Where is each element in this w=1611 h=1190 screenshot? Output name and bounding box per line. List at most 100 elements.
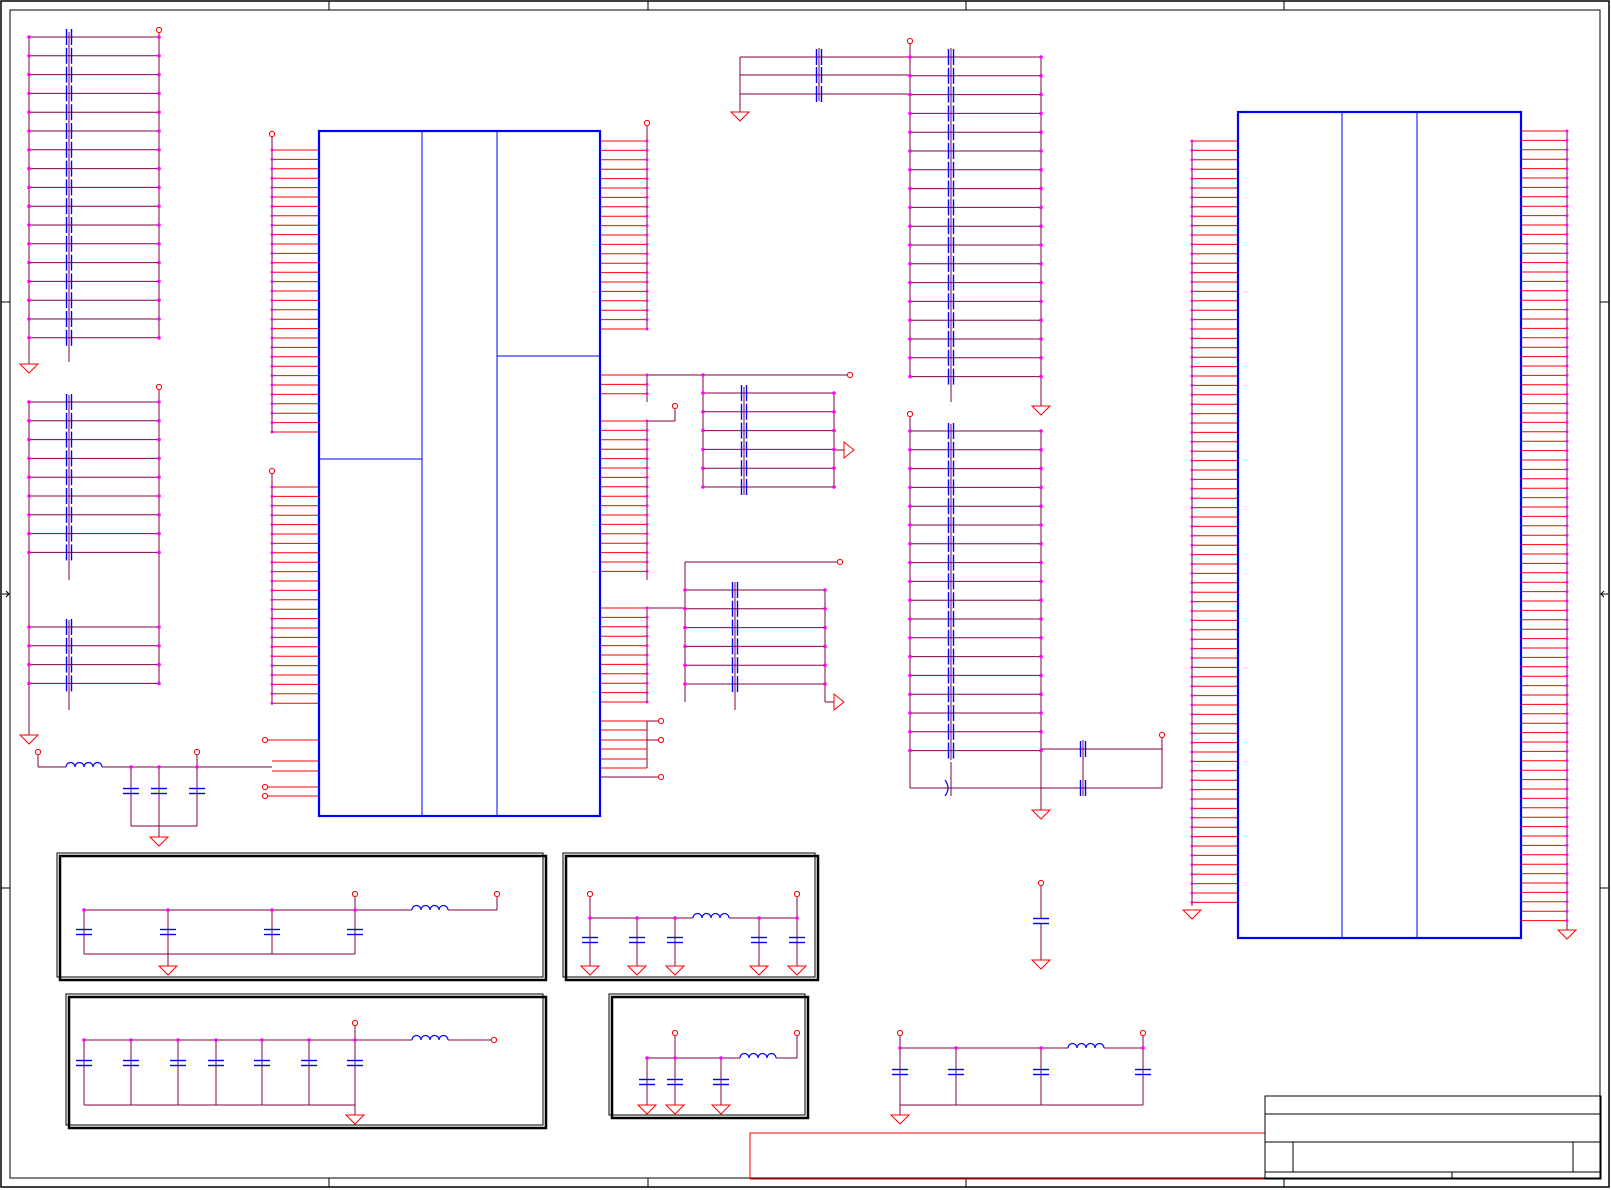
- junction-dot: [1565, 383, 1569, 387]
- junction-dot: [1565, 129, 1569, 133]
- junction-dot: [823, 607, 827, 611]
- junction-dot: [1565, 712, 1569, 716]
- ground-symbol: [344, 1114, 366, 1125]
- junction-dot: [1190, 365, 1194, 369]
- junction-dot: [157, 279, 161, 284]
- junction-dot: [795, 916, 799, 920]
- junction-dot: [1565, 430, 1569, 434]
- junction-dot: [1190, 844, 1194, 848]
- junction-dot: [645, 513, 649, 517]
- junction-dot: [645, 644, 649, 648]
- junction-dot: [1190, 703, 1194, 707]
- junction-dot: [1565, 214, 1569, 218]
- junction-dot: [157, 550, 161, 555]
- junction-dot: [832, 485, 836, 489]
- junction-dot: [1190, 891, 1194, 895]
- junction-dot: [270, 327, 274, 331]
- junction-dot: [270, 504, 274, 508]
- junction-dot: [1190, 449, 1194, 453]
- junction-dot: [1039, 262, 1043, 266]
- junction-dot: [1039, 168, 1043, 172]
- junction-dot: [157, 531, 161, 536]
- junction-dot: [270, 364, 274, 368]
- junction-dot: [1565, 749, 1569, 753]
- power-port-symbol: [261, 736, 269, 744]
- junction-dot: [1565, 467, 1569, 471]
- junction-dot: [954, 1046, 958, 1050]
- junction-dot: [1565, 768, 1569, 772]
- junction-dot: [645, 233, 649, 237]
- power-port-symbol: [261, 792, 269, 800]
- junction-dot: [1565, 449, 1569, 453]
- junction-dot: [1039, 243, 1043, 247]
- junction-dot: [1565, 392, 1569, 396]
- junction-dot: [157, 110, 161, 114]
- junction-dot: [1190, 684, 1194, 688]
- junction-dot: [823, 644, 827, 649]
- junction-dot: [270, 617, 274, 621]
- junction-dot: [908, 111, 912, 116]
- junction-dot: [1190, 477, 1194, 481]
- junction-dot: [1190, 609, 1194, 613]
- junction-dot: [129, 1038, 133, 1042]
- ic-right-body: [1236, 110, 1523, 940]
- junction-dot: [270, 541, 274, 545]
- junction-dot: [27, 166, 31, 171]
- junction-dot: [1039, 280, 1043, 285]
- junction-dot: [27, 242, 31, 246]
- junction-dot: [1190, 186, 1194, 190]
- ic-main-body: [317, 129, 602, 818]
- junction-dot: [1039, 130, 1043, 134]
- junction-dot: [908, 374, 912, 379]
- wires: [28, 30, 1568, 1115]
- junction-dot: [645, 205, 649, 209]
- power-port-symbol: [34, 748, 42, 756]
- junction-dot: [701, 428, 705, 433]
- junction-dot: [1190, 195, 1194, 199]
- junction-dot: [1190, 675, 1194, 679]
- junction-dot: [270, 298, 274, 302]
- power-port-symbol: [643, 119, 651, 127]
- junction-dot: [270, 532, 274, 536]
- inductor-symbol: [65, 761, 103, 768]
- junction-dot: [27, 35, 31, 39]
- inductor-symbol: [739, 1052, 777, 1059]
- junction-dot: [908, 636, 912, 640]
- junction-dot: [270, 355, 274, 359]
- junction-dot: [270, 588, 274, 592]
- inductor-symbol: [1067, 1042, 1105, 1049]
- junction-dot: [1190, 393, 1194, 397]
- junction-dot: [353, 908, 357, 912]
- junction-dot: [157, 166, 161, 171]
- junction-dot: [1565, 533, 1569, 537]
- junction-dot: [701, 391, 705, 395]
- junction-dot: [645, 195, 649, 199]
- junction-dot: [1190, 412, 1194, 416]
- junction-dot: [157, 223, 161, 227]
- ground-symbol: [626, 965, 648, 976]
- power-port-symbol: [490, 1036, 498, 1044]
- junction-dot: [270, 336, 274, 340]
- junction-dot: [1190, 694, 1194, 698]
- junction-dot: [645, 373, 649, 377]
- junction-dot: [1039, 485, 1043, 490]
- ground-symbol: [833, 692, 845, 712]
- power-port-symbol: [351, 890, 359, 898]
- junction-dot: [1565, 618, 1569, 622]
- junction-dot: [1565, 195, 1569, 199]
- junction-dot: [1190, 148, 1194, 152]
- junction-dot: [645, 485, 649, 489]
- junction-dot: [645, 318, 649, 322]
- junction-dot: [27, 662, 31, 667]
- junction-dot: [1565, 185, 1569, 189]
- junction-dot: [157, 72, 161, 77]
- junction-dot: [1190, 289, 1194, 293]
- junction-dot: [1190, 637, 1194, 641]
- junction-dot: [157, 765, 161, 769]
- junction-dot: [1141, 1046, 1145, 1050]
- junction-dot: [645, 327, 649, 331]
- filter-boxes: [56, 852, 820, 1130]
- junction-dot: [645, 494, 649, 498]
- junction-dot: [27, 204, 31, 208]
- junction-dot: [1565, 571, 1569, 575]
